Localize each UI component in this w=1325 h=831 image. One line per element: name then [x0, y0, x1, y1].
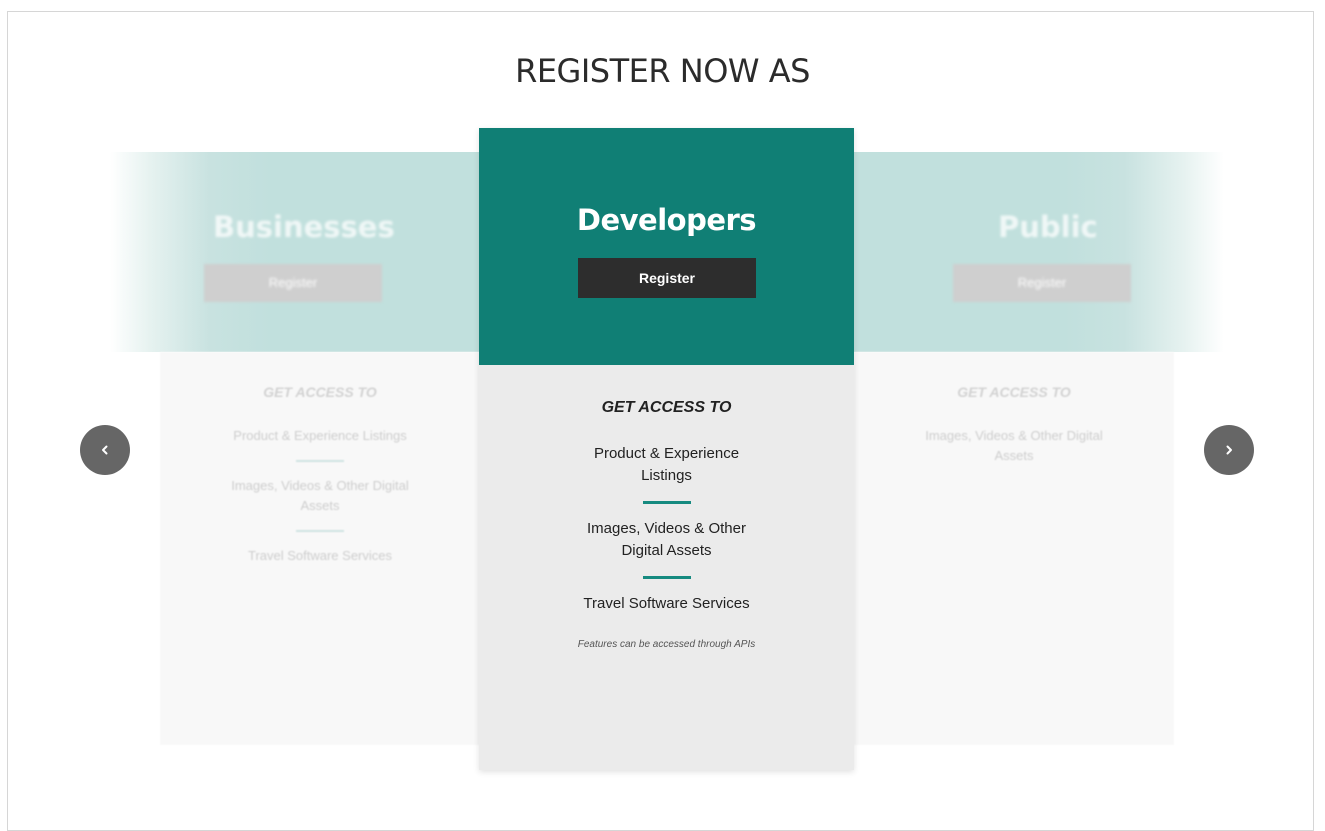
carousel-prev-button[interactable] [80, 425, 130, 475]
feature-divider [642, 576, 691, 579]
businesses-feature-divider [296, 530, 344, 532]
feature-item-software-services: Travel Software Services [583, 595, 750, 612]
businesses-feature-item: Product & Experience Listings [233, 428, 407, 443]
developers-card-header: Developers Register [479, 128, 854, 365]
businesses-feature-divider [296, 460, 344, 462]
public-access-heading: GET ACCESS TO [957, 384, 1071, 400]
feature-item-listings: Product & Experience Listings [593, 445, 740, 484]
public-card-header: Public Register [854, 152, 1224, 352]
businesses-access-heading: GET ACCESS TO [263, 384, 377, 400]
businesses-card-body[interactable]: GET ACCESS TO Product & Experience Listi… [160, 352, 480, 745]
developers-register-button[interactable]: Register [578, 258, 756, 298]
feature-divider [642, 501, 691, 504]
chevron-right-icon [1226, 445, 1232, 455]
developers-card: Developers Register GET ACCESS TO Produc… [479, 128, 854, 770]
businesses-register-button[interactable]: Register [204, 264, 382, 302]
developers-access-heading: GET ACCESS TO [601, 399, 732, 416]
public-card-body[interactable]: GET ACCESS TO Images, Videos & Other Dig… [854, 352, 1174, 745]
chevron-left-icon [102, 445, 108, 455]
carousel-next-button[interactable] [1204, 425, 1254, 475]
developers-card-title: Developers [576, 203, 757, 237]
public-feature-item: Images, Videos & Other Digital Assets [925, 428, 1103, 463]
page-title: REGISTER NOW AS [515, 52, 810, 90]
developers-card-body: GET ACCESS TO Product & Experience Listi… [479, 365, 854, 650]
feature-item-digital-assets: Images, Videos & Other Digital Assets [587, 520, 746, 559]
developers-feature-list: Product & Experience Listings Images, Vi… [479, 443, 854, 615]
businesses-feature-item: Images, Videos & Other Digital Assets [231, 478, 409, 513]
public-register-button[interactable]: Register [953, 264, 1131, 302]
businesses-card-title: Businesses [213, 210, 395, 244]
public-card-title: Public [998, 210, 1098, 244]
businesses-card-header: Businesses Register [110, 152, 480, 352]
businesses-feature-item: Travel Software Services [247, 548, 392, 563]
features-note: Features can be accessed through APIs [577, 639, 756, 650]
